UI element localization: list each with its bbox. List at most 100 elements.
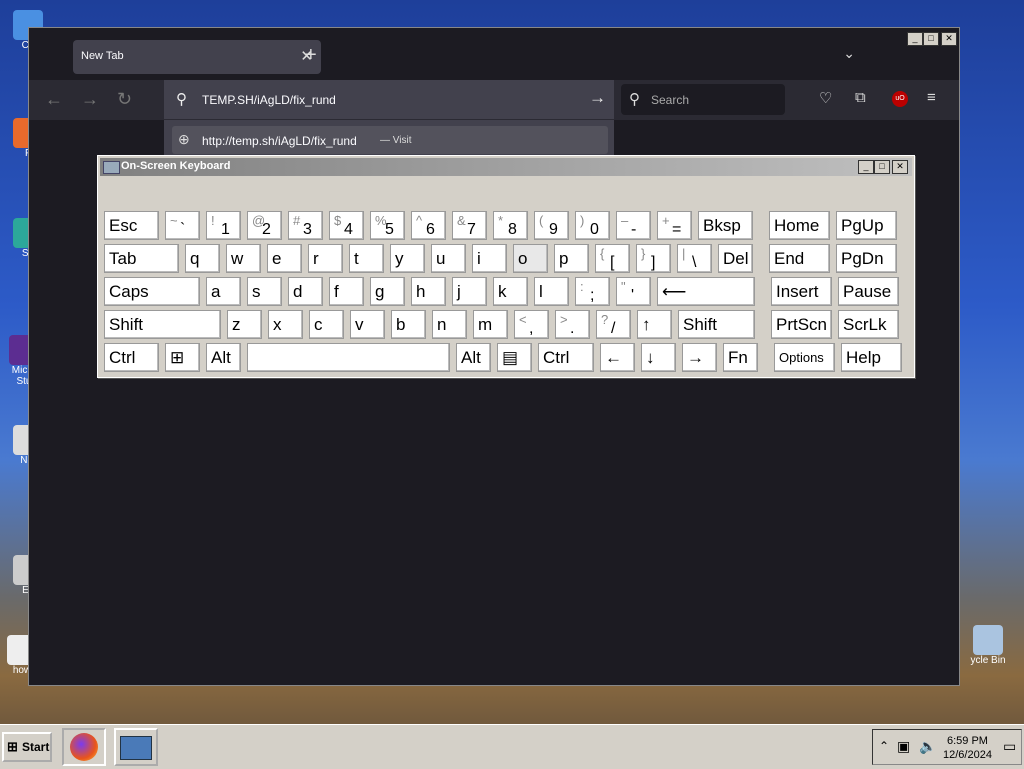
key[interactable]: Ctrl [104,343,159,372]
key[interactable]: i [472,244,507,273]
key[interactable]: | \ [677,244,712,273]
key[interactable]: j [452,277,487,306]
key[interactable]: a [206,277,241,306]
key[interactable]: Options [774,343,835,372]
osk-close-button[interactable]: ✕ [892,160,908,174]
taskbar-firefox[interactable] [62,728,106,766]
desktop-icon-7[interactable]: ycle Bin [958,625,1018,666]
key[interactable]: f [329,277,364,306]
key[interactable]: x [268,310,303,339]
key[interactable]: ! 1 [206,211,241,240]
key[interactable]: * 8 [493,211,528,240]
key[interactable]: PgDn [836,244,897,273]
key[interactable]: + = [657,211,692,240]
osk-minimize-button[interactable]: _ [858,160,874,174]
key[interactable]: Alt [206,343,241,372]
key[interactable]: ^ 6 [411,211,446,240]
key[interactable]: s [247,277,282,306]
key[interactable]: o [513,244,548,273]
key[interactable]: z [227,310,262,339]
key[interactable]: Bksp [698,211,753,240]
key[interactable]: y [390,244,425,273]
ublock-icon[interactable]: uO [892,91,908,107]
key[interactable]: Tab [104,244,179,273]
show-hidden-icons[interactable]: ⌃ [879,739,889,753]
key[interactable]: " ' [616,277,651,306]
key[interactable]: $4 [329,211,364,240]
key[interactable]: & 7 [452,211,487,240]
extensions-icon[interactable]: ⧉ [855,89,866,106]
clock[interactable]: 6:59 PM 12/6/2024 [943,734,992,762]
key[interactable]: h [411,277,446,306]
key[interactable]: q [185,244,220,273]
key[interactable]: ~ ` [165,211,200,240]
key[interactable]: b [391,310,426,339]
minimize-button[interactable]: _ [907,32,923,46]
key[interactable] [247,343,450,372]
pocket-icon[interactable]: ♡ [819,89,832,107]
key[interactable]: ▤ [497,343,532,372]
menu-icon[interactable]: ≡ [927,89,936,106]
key[interactable]: Pause [838,277,899,306]
osk-maximize-button[interactable]: □ [874,160,890,174]
key[interactable]: p [554,244,589,273]
key[interactable]: r [308,244,343,273]
key[interactable]: – - [616,211,651,240]
key[interactable]: ⟵ [657,277,755,306]
maximize-button[interactable]: □ [923,32,939,46]
key[interactable]: ↓ [641,343,676,372]
key[interactable]: % 5 [370,211,405,240]
key[interactable]: PrtScn [771,310,832,339]
key[interactable]: d [288,277,323,306]
url-bar[interactable]: ⚲ TEMP.SH/iAgLD/fix_rund → [164,80,614,119]
key[interactable]: #3 [288,211,323,240]
reload-icon[interactable]: ↻ [117,89,132,110]
back-icon[interactable]: ← [45,89,63,110]
osk-title-bar[interactable]: On-Screen Keyboard _ □ ✕ [100,158,912,176]
url-input[interactable]: TEMP.SH/iAgLD/fix_rund [202,93,336,107]
key[interactable]: n [432,310,467,339]
key[interactable]: {[ [595,244,630,273]
key[interactable]: Esc [104,211,159,240]
key[interactable]: e [267,244,302,273]
key[interactable]: ScrLk [838,310,899,339]
key[interactable]: End [769,244,830,273]
show-desktop-icon[interactable]: ▭ [1003,738,1016,755]
key[interactable]: Shift [104,310,221,339]
key[interactable]: Insert [771,277,832,306]
key[interactable]: → [682,343,717,372]
key[interactable]: g [370,277,405,306]
taskbar-on-screen-keyboard[interactable] [114,728,158,766]
key[interactable]: v [350,310,385,339]
key[interactable]: l [534,277,569,306]
key[interactable]: ⊞ [165,343,200,372]
key[interactable]: @2 [247,211,282,240]
network-icon[interactable]: ▣ [897,738,910,755]
key[interactable]: Caps [104,277,200,306]
key[interactable]: k [493,277,528,306]
tab-new-tab[interactable]: New Tab ✕ [73,40,321,74]
volume-muted-icon[interactable]: 🔈 [919,738,936,755]
forward-icon[interactable]: → [81,89,99,110]
key[interactable]: m [473,310,508,339]
key[interactable]: }] [636,244,671,273]
key[interactable]: t [349,244,384,273]
key[interactable]: Del [718,244,753,273]
key[interactable]: ) 0 [575,211,610,240]
key[interactable]: Shift [678,310,755,339]
key[interactable]: >. [555,310,590,339]
key[interactable]: Fn [723,343,758,372]
key[interactable]: u [431,244,466,273]
key[interactable]: <, [514,310,549,339]
key[interactable]: ← [600,343,635,372]
key[interactable]: Ctrl [538,343,594,372]
key[interactable]: Help [841,343,902,372]
search-box[interactable]: ⚲ Search [621,84,785,115]
go-arrow-icon[interactable]: → [589,88,606,108]
key[interactable]: c [309,310,344,339]
close-button[interactable]: ✕ [941,32,957,46]
suggestion-row[interactable]: ⊕ http://temp.sh/iAgLD/fix_rund — Visit [172,126,608,154]
key[interactable]: PgUp [836,211,897,240]
key[interactable]: w [226,244,261,273]
key[interactable]: ? / [596,310,631,339]
